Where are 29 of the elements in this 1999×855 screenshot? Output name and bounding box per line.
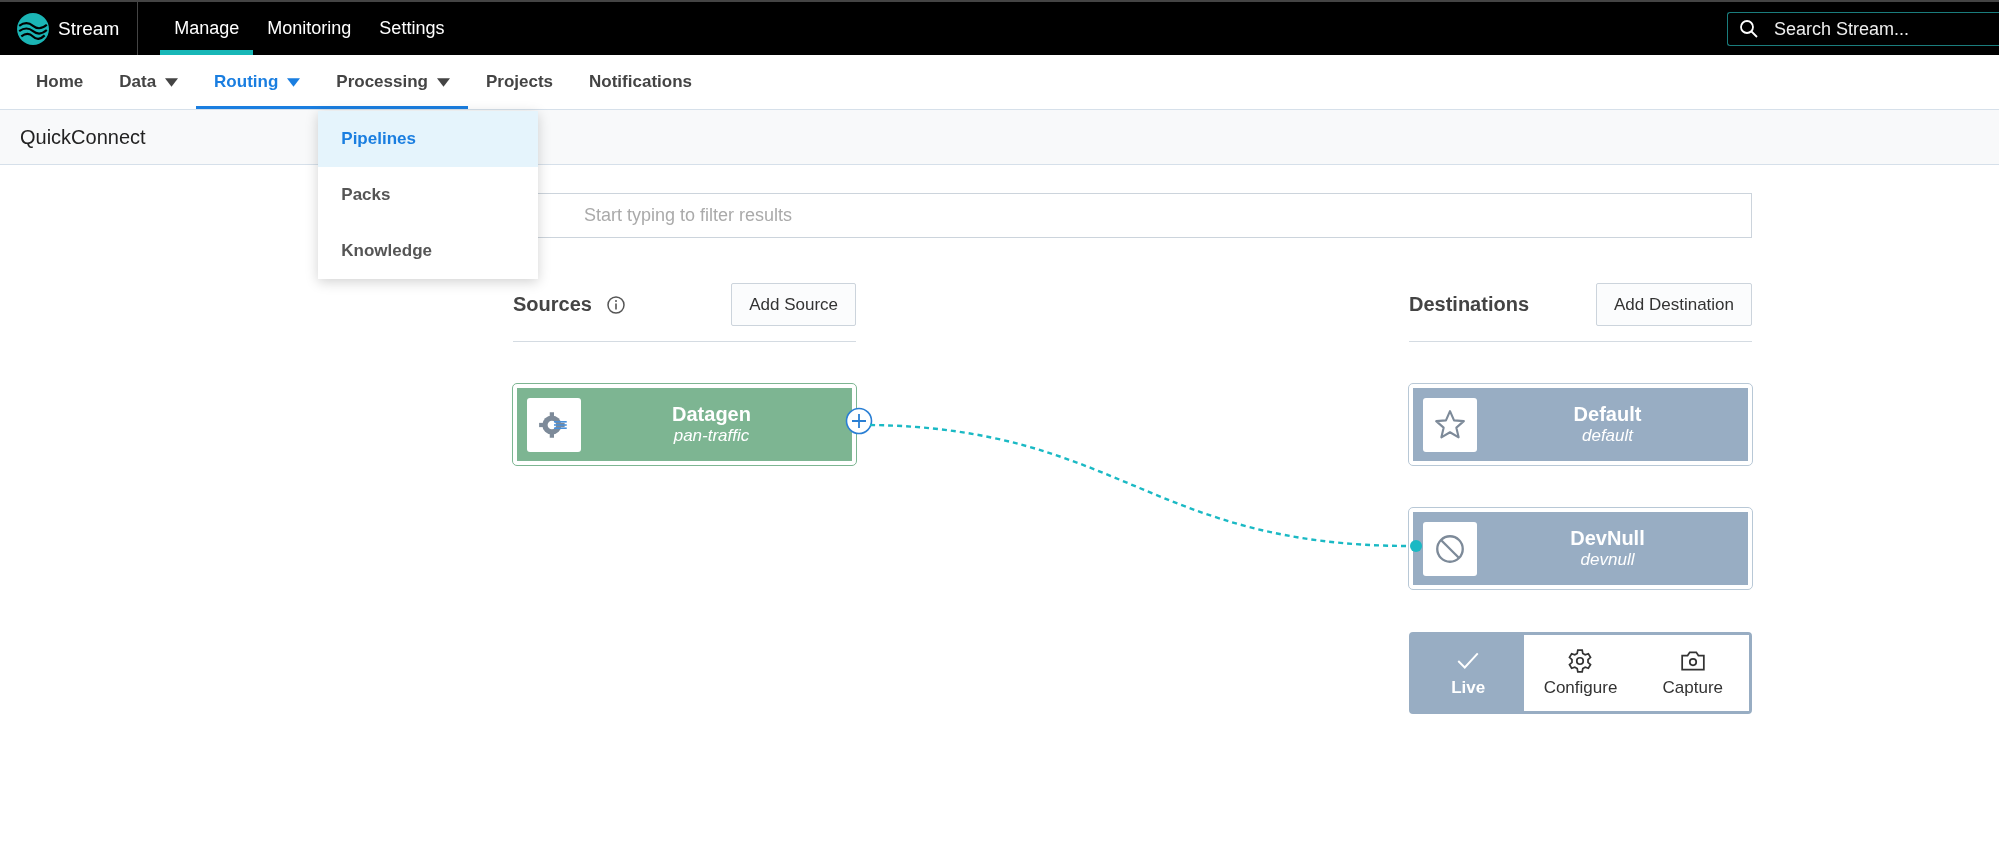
search-field[interactable]: Search Stream... (1727, 12, 1999, 46)
menu-item[interactable]: Packs (318, 167, 539, 223)
nav-item[interactable]: Projects (467, 55, 572, 109)
camera-icon (1679, 648, 1706, 674)
page-title: QuickConnect (20, 125, 146, 149)
plus-icon[interactable] (845, 407, 873, 435)
section-title: Destinations (1409, 293, 1530, 316)
top-tab[interactable]: Settings (365, 2, 459, 55)
card-title: Datagen (672, 403, 751, 426)
card-subtitle: default (1581, 426, 1633, 446)
top-tab[interactable]: Monitoring (253, 2, 366, 55)
brand-name: Stream (58, 17, 120, 40)
add-source-button[interactable]: Add Source (731, 283, 856, 326)
add-destination-button[interactable]: Add Destination (1595, 283, 1752, 326)
card-title: Default (1573, 403, 1642, 426)
nav-item[interactable]: Data (101, 55, 197, 109)
menu-item[interactable]: Knowledge (318, 223, 539, 279)
card-subtitle: devnull (1580, 550, 1635, 570)
search-icon (1739, 19, 1759, 39)
logo-icon (16, 11, 50, 46)
section-title: Sources (513, 293, 592, 316)
settings-icon (1567, 648, 1594, 674)
top-tab[interactable]: Manage (160, 2, 254, 55)
info-icon (605, 294, 626, 315)
menu-item[interactable]: Pipelines (318, 111, 539, 167)
card-title: DevNull (1570, 527, 1645, 550)
card-subtitle: pan-traffic (673, 426, 750, 446)
nav-item[interactable]: Home (18, 55, 102, 109)
nav-item[interactable]: Notifications (571, 55, 710, 109)
